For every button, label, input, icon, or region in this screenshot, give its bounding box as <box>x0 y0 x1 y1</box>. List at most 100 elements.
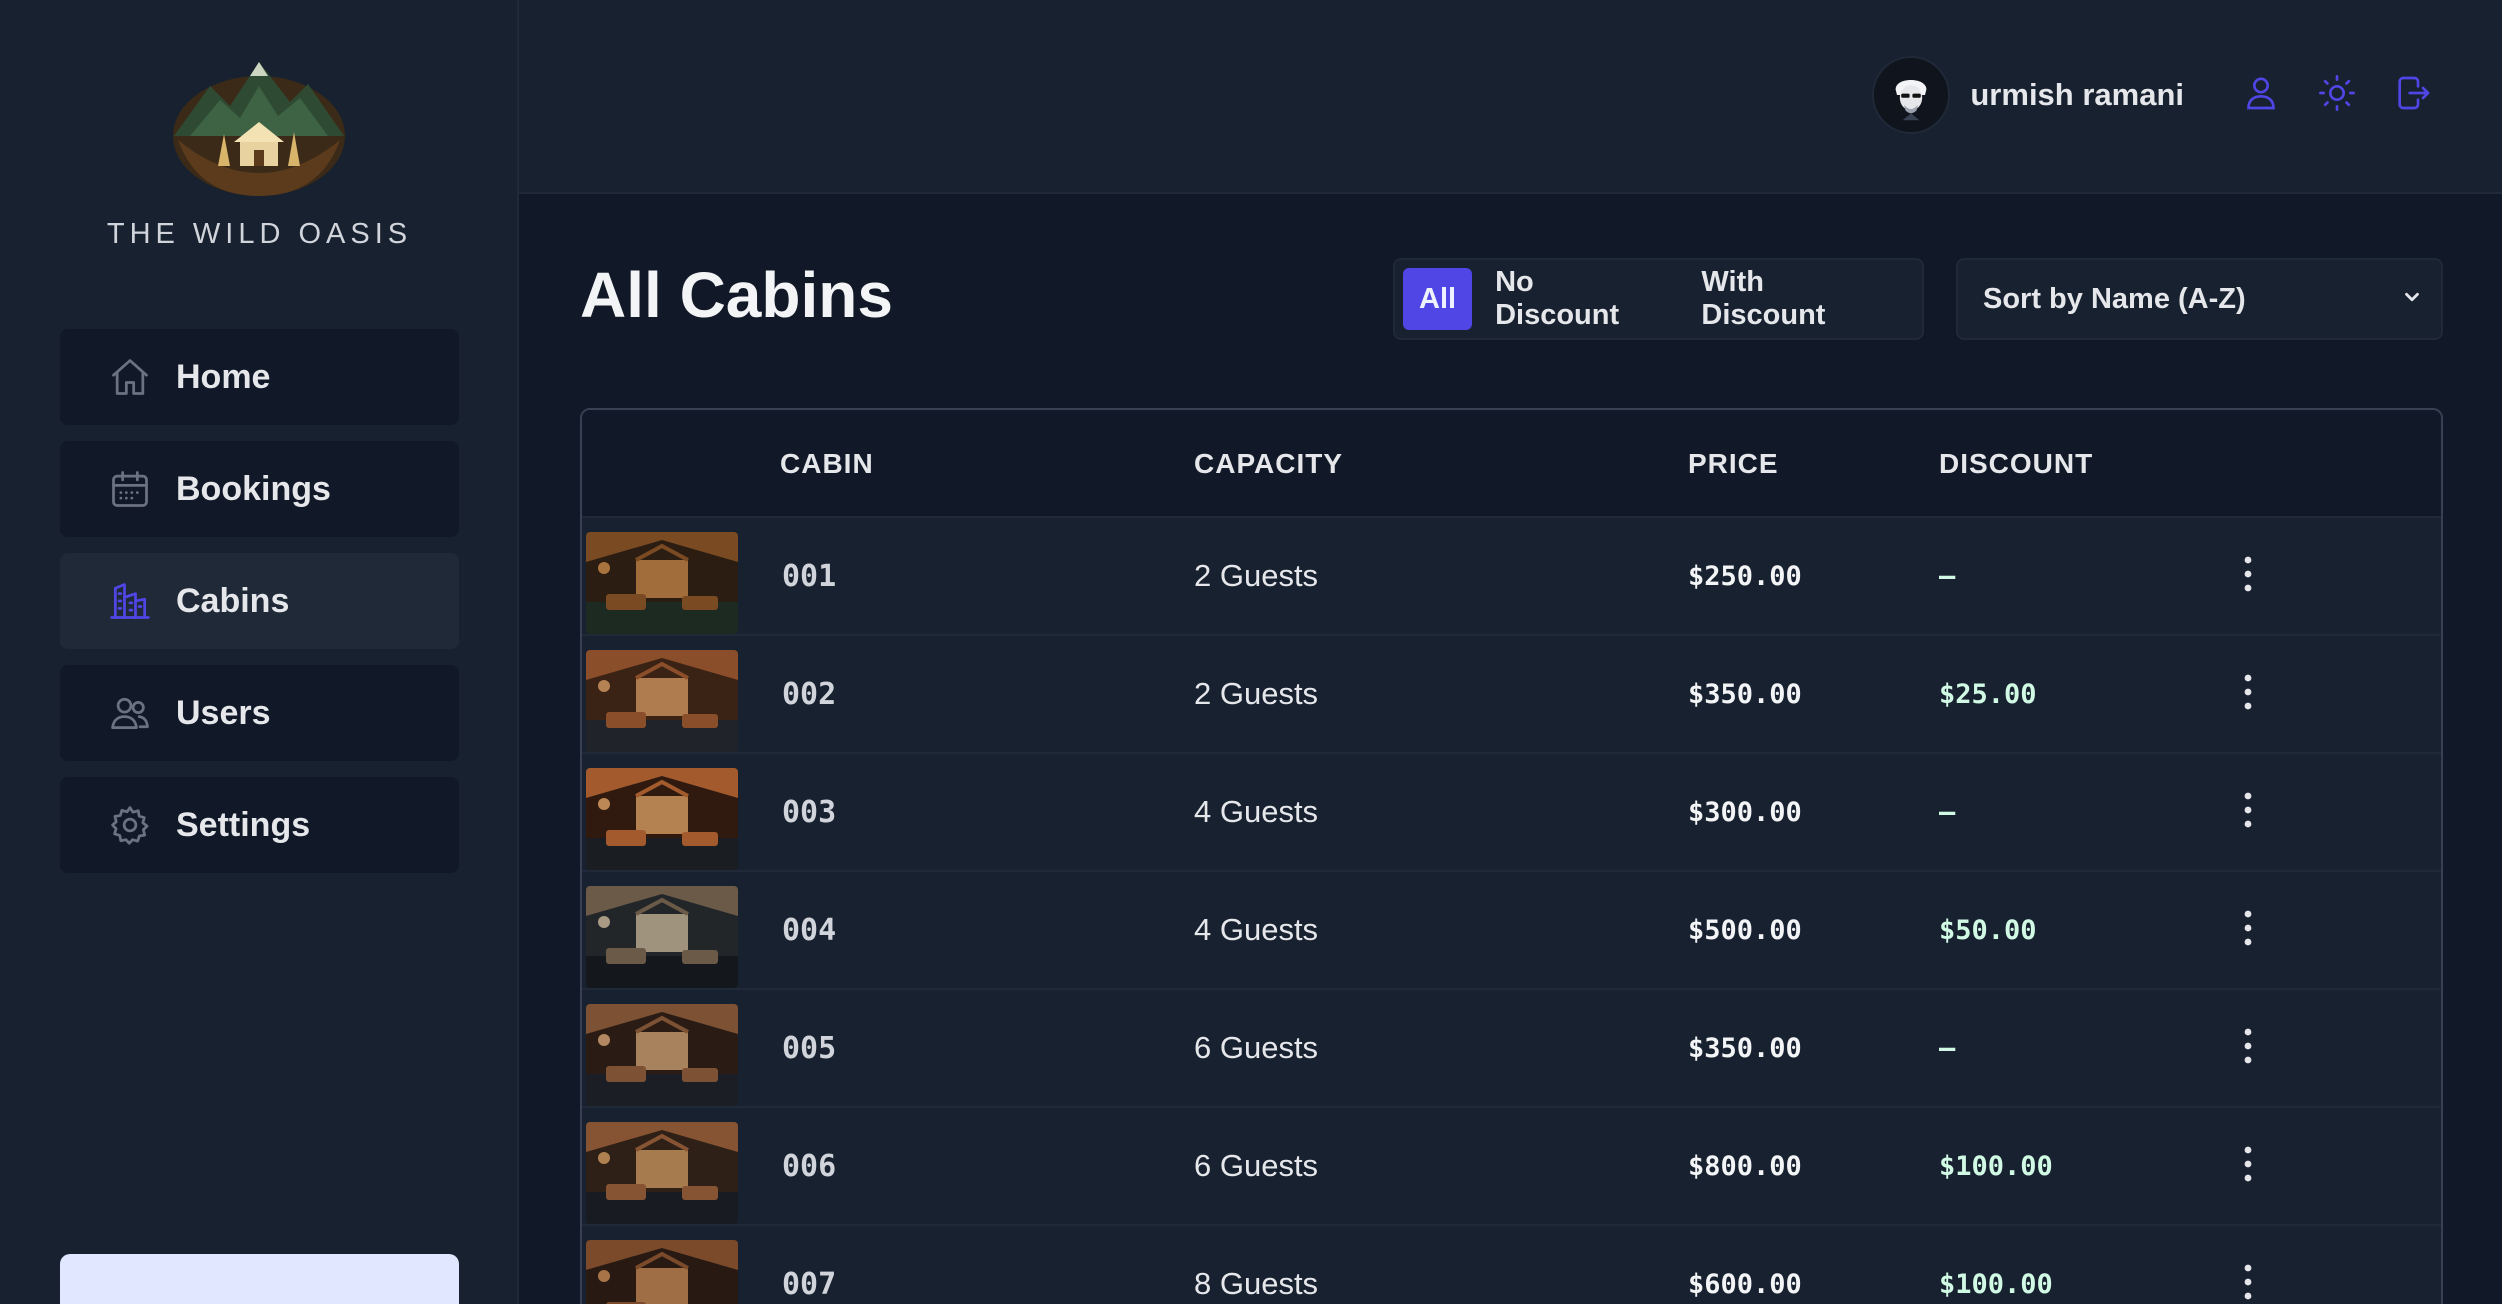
cabin-discount: $100.00 <box>1939 1268 2053 1300</box>
filter-all-button[interactable]: All <box>1403 268 1473 330</box>
table-row: 002 2 Guests $350.00 $25.00 <box>582 636 2441 754</box>
calendar-icon <box>108 467 152 511</box>
cabin-name: 005 <box>782 1030 837 1066</box>
user-area: urmish ramani <box>1872 56 2438 134</box>
cabin-capacity: 4 Guests <box>1194 912 1319 947</box>
filter-no-discount-button[interactable]: No Discount <box>1478 266 1678 331</box>
main-nav: Home Bookings Cabins Users Settings <box>60 329 459 889</box>
cabin-icon <box>108 579 152 623</box>
table-row: 001 2 Guests $250.00 — <box>582 518 2441 636</box>
top-header: urmish ramani <box>519 0 2502 194</box>
cabin-image <box>586 1122 738 1224</box>
row-menu-button[interactable] <box>2228 872 2268 988</box>
row-menu-button[interactable] <box>2228 754 2268 870</box>
sort-select-value: Sort by Name (A-Z) <box>1983 282 2246 315</box>
cabin-name: 006 <box>782 1148 837 1184</box>
cabin-name: 004 <box>782 912 837 948</box>
column-header-price: PRICE <box>1688 448 1779 479</box>
sidebar-bottom-card[interactable] <box>60 1254 459 1304</box>
cabin-capacity: 6 Guests <box>1194 1030 1319 1065</box>
sidebar-item-label: Cabins <box>176 581 290 620</box>
sidebar-item-home[interactable]: Home <box>60 329 459 425</box>
cabin-discount: — <box>1939 560 1956 592</box>
more-vertical-icon <box>2242 672 2254 717</box>
cabin-image <box>586 532 738 634</box>
cabin-discount: $25.00 <box>1939 678 2037 710</box>
row-menu-button[interactable] <box>2228 518 2268 634</box>
sidebar-item-label: Bookings <box>176 469 331 508</box>
cabin-image <box>586 650 738 752</box>
cabins-table: CABIN CAPACITY PRICE DISCOUNT 001 2 Gues… <box>580 408 2443 1304</box>
column-header-cabin: CABIN <box>780 448 874 479</box>
table-header: CABIN CAPACITY PRICE DISCOUNT <box>582 410 2441 518</box>
cabin-price: $600.00 <box>1688 1268 1802 1300</box>
cabin-capacity: 6 Guests <box>1194 1148 1319 1183</box>
column-header-discount: DISCOUNT <box>1939 448 2094 479</box>
more-vertical-icon <box>2242 908 2254 953</box>
more-vertical-icon <box>2242 1262 2254 1304</box>
theme-toggle-button[interactable] <box>2312 70 2362 120</box>
cabin-price: $300.00 <box>1688 796 1802 828</box>
sidebar-item-settings[interactable]: Settings <box>60 777 459 873</box>
table-row: 006 6 Guests $800.00 $100.00 <box>582 1108 2441 1226</box>
cabin-image <box>586 886 738 988</box>
row-menu-button[interactable] <box>2228 1226 2268 1304</box>
sidebar-item-cabins[interactable]: Cabins <box>60 553 459 649</box>
sidebar: THE WILD OASIS Home Bookings Cabins User… <box>0 0 519 1304</box>
sidebar-item-bookings[interactable]: Bookings <box>60 441 459 537</box>
table-row: 003 4 Guests $300.00 — <box>582 754 2441 872</box>
logout-icon <box>2393 73 2433 118</box>
sort-select[interactable]: Sort by Name (A-Z) <box>1956 258 2443 340</box>
gear-icon <box>108 803 152 847</box>
table-row: 005 6 Guests $350.00 — <box>582 990 2441 1108</box>
brand-name: THE WILD OASIS <box>106 218 413 250</box>
chevron-down-icon <box>2401 283 2423 316</box>
sidebar-item-users[interactable]: Users <box>60 665 459 761</box>
cabin-discount: — <box>1939 796 1956 828</box>
table-body: 001 2 Guests $250.00 — 002 2 Guests $350… <box>582 518 2441 1304</box>
cabin-name: 003 <box>782 794 837 830</box>
cabin-price: $350.00 <box>1688 678 1802 710</box>
cabin-capacity: 8 Guests <box>1194 1266 1319 1301</box>
cabin-discount: — <box>1939 1032 1956 1064</box>
cabin-name: 001 <box>782 558 837 594</box>
more-vertical-icon <box>2242 554 2254 599</box>
cabin-discount: $100.00 <box>1939 1150 2053 1182</box>
cabin-capacity: 2 Guests <box>1194 558 1319 593</box>
more-vertical-icon <box>2242 790 2254 835</box>
home-icon <box>108 355 152 399</box>
username: urmish ramani <box>1970 77 2184 112</box>
cabin-name: 002 <box>782 676 837 712</box>
row-menu-button[interactable] <box>2228 990 2268 1106</box>
sun-icon <box>2317 73 2357 118</box>
logout-button[interactable] <box>2388 70 2438 120</box>
cabin-discount: $50.00 <box>1939 914 2037 946</box>
cabin-image <box>586 1240 738 1304</box>
sidebar-item-label: Settings <box>176 805 311 844</box>
page-title: All Cabins <box>580 259 893 331</box>
more-vertical-icon <box>2242 1026 2254 1071</box>
account-button[interactable] <box>2236 70 2286 120</box>
filter-with-discount-button[interactable]: With Discount <box>1684 266 1908 331</box>
column-header-capacity: CAPACITY <box>1194 448 1344 479</box>
row-menu-button[interactable] <box>2228 636 2268 752</box>
cabin-price: $350.00 <box>1688 1032 1802 1064</box>
cabin-price: $500.00 <box>1688 914 1802 946</box>
sidebar-item-label: Users <box>176 693 271 732</box>
table-row: 007 8 Guests $600.00 $100.00 <box>582 1226 2441 1304</box>
avatar <box>1872 56 1951 134</box>
users-icon <box>108 691 152 735</box>
discount-filter: All No Discount With Discount <box>1393 258 1924 340</box>
cabin-name: 007 <box>782 1266 837 1302</box>
logo[interactable] <box>170 56 348 196</box>
cabin-capacity: 2 Guests <box>1194 676 1319 711</box>
table-row: 004 4 Guests $500.00 $50.00 <box>582 872 2441 990</box>
cabin-price: $250.00 <box>1688 560 1802 592</box>
cabin-price: $800.00 <box>1688 1150 1802 1182</box>
more-vertical-icon <box>2242 1144 2254 1189</box>
cabin-image <box>586 768 738 870</box>
sidebar-item-label: Home <box>176 357 271 396</box>
cabin-capacity: 4 Guests <box>1194 794 1319 829</box>
row-menu-button[interactable] <box>2228 1108 2268 1224</box>
cabin-image <box>586 1004 738 1106</box>
